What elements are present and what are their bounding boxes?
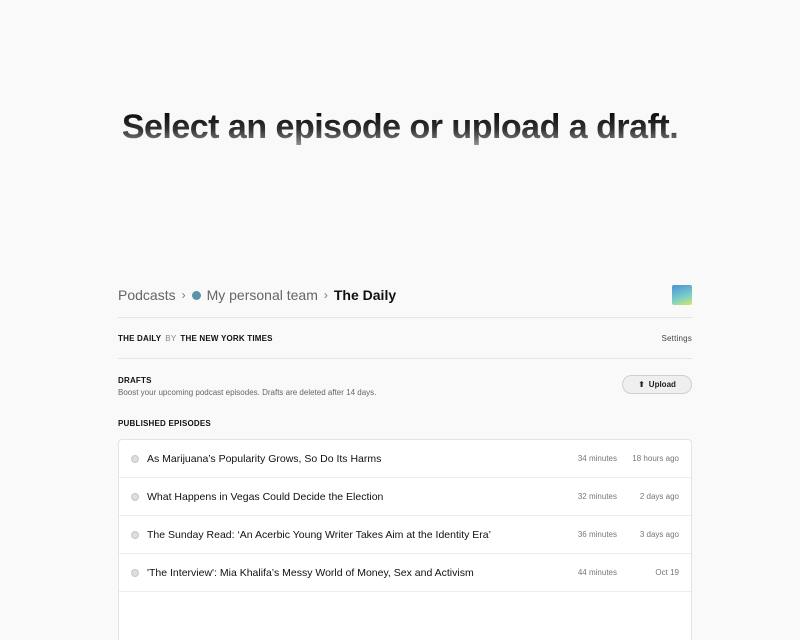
breadcrumb-team[interactable]: My personal team (207, 287, 318, 303)
episode-status-icon (131, 454, 139, 463)
episode-duration: 32 minutes (577, 492, 617, 501)
team-color-dot (191, 290, 201, 300)
episode-title: As Marijuana’s Popularity Grows, So Do I… (147, 452, 382, 465)
show-info-row: THE DAILY BY THE NEW YORK TIMES Settings (118, 318, 692, 358)
episode-title: 'The Interview': Mia Khalifa’s Messy Wor… (147, 566, 474, 579)
episode-title: The Sunday Read: ‘An Acerbic Young Write… (147, 528, 491, 541)
episode-list: As Marijuana’s Popularity Grows, So Do I… (118, 439, 692, 640)
drafts-title: DRAFTS (118, 376, 152, 385)
breadcrumb-separator: › (181, 288, 186, 302)
show-cover-image[interactable] (672, 285, 692, 305)
upload-icon: ⬆ (638, 380, 645, 389)
episode-duration: 36 minutes (577, 530, 617, 539)
episode-row[interactable]: The Sunday Read: ‘An Acerbic Young Write… (119, 516, 691, 554)
show-publisher: THE NEW YORK TIMES (180, 333, 273, 343)
episode-row[interactable]: 'The Interview': Mia Khalifa’s Messy Wor… (119, 554, 691, 592)
breadcrumb-show: The Daily (333, 287, 397, 303)
show-name: THE DAILY (118, 333, 162, 343)
show-by-word: BY (165, 333, 177, 343)
episode-row[interactable]: As Marijuana’s Popularity Grows, So Do I… (119, 440, 691, 478)
episode-date: 2 days ago (639, 492, 679, 501)
episode-duration: 44 minutes (577, 568, 617, 577)
podcast-panel: Podcasts › My personal team › The Daily … (118, 280, 692, 640)
page-heading: Select an episode or upload a draft. (0, 108, 800, 147)
drafts-section: DRAFTS Boost your upcoming podcast episo… (118, 359, 692, 417)
episode-status-icon (131, 492, 139, 501)
published-episodes-title: PUBLISHED EPISODES (118, 419, 211, 428)
episode-date: 3 days ago (639, 530, 679, 539)
episode-date: 18 hours ago (632, 454, 679, 463)
settings-link[interactable]: Settings (661, 334, 692, 343)
episode-row[interactable]: What Happens in Vegas Could Decide the E… (119, 478, 691, 516)
episode-duration: 34 minutes (577, 454, 617, 463)
episode-title: What Happens in Vegas Could Decide the E… (147, 490, 384, 503)
breadcrumb-podcasts[interactable]: Podcasts (118, 287, 176, 303)
upload-button[interactable]: ⬆ Upload (622, 375, 692, 394)
episode-status-icon (131, 530, 139, 539)
breadcrumb: Podcasts › My personal team › The Daily (118, 280, 692, 310)
episode-date: Oct 19 (655, 568, 679, 577)
episode-status-icon (131, 568, 139, 577)
drafts-description: Boost your upcoming podcast episodes. Dr… (118, 388, 377, 397)
upload-label: Upload (648, 380, 676, 389)
breadcrumb-separator: › (323, 288, 328, 302)
